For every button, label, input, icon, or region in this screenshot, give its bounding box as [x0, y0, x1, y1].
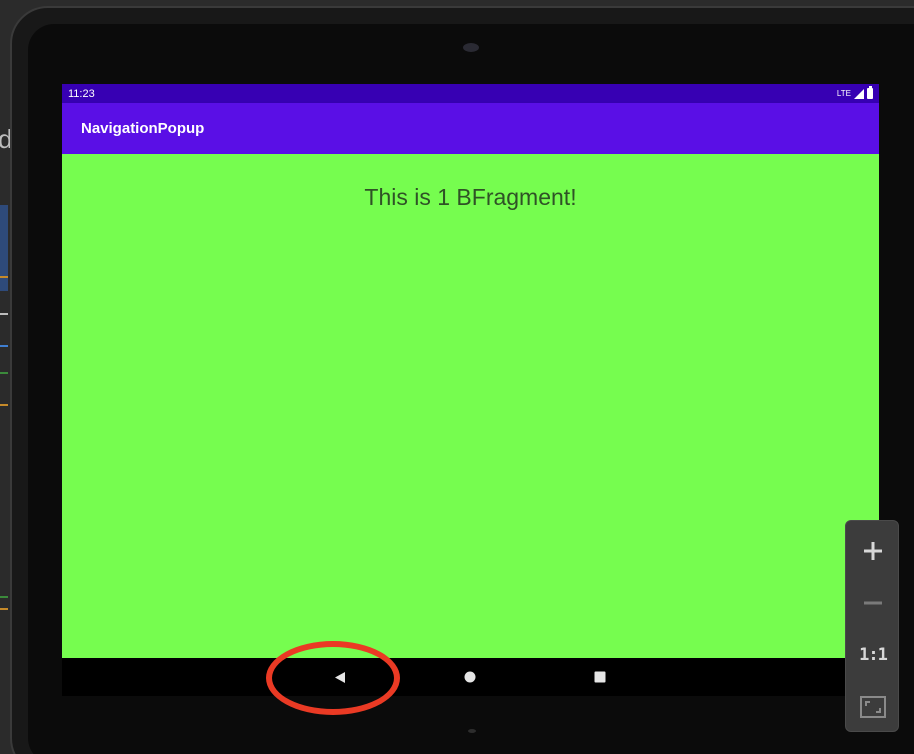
zoom-in-button[interactable] [846, 525, 900, 577]
app-toolbar: NavigationPopup [62, 103, 879, 154]
back-icon [335, 671, 345, 683]
ide-marker [0, 276, 8, 278]
device-microphone [468, 729, 476, 733]
status-bar: 11:23 LTE [62, 84, 879, 103]
recents-icon [594, 671, 606, 683]
actual-size-label: 1:1 [859, 645, 888, 665]
actual-size-button[interactable]: 1:1 [846, 629, 900, 681]
back-button[interactable] [316, 658, 364, 696]
zoom-out-button[interactable] [846, 577, 900, 629]
plus-icon [864, 542, 882, 560]
status-time: 11:23 [68, 87, 95, 100]
device-screen[interactable]: 11:23 LTE NavigationPopup This is 1 BFra… [62, 84, 879, 696]
ide-marker [0, 608, 8, 610]
ide-marker [0, 596, 8, 598]
emulator-zoom-controls: 1:1 [845, 520, 899, 732]
fragment-message: This is 1 BFragment! [364, 184, 577, 210]
fragment-content: This is 1 BFragment! [62, 154, 879, 658]
fit-screen-icon [860, 696, 886, 718]
battery-icon [867, 86, 873, 99]
system-navigation-bar [62, 658, 879, 696]
ide-marker [0, 313, 8, 315]
front-camera [463, 43, 479, 52]
ide-marker [0, 404, 8, 406]
zoom-fit-button[interactable] [846, 681, 900, 733]
home-icon [464, 671, 476, 683]
minus-icon [864, 601, 882, 605]
signal-icon [854, 88, 864, 99]
ide-marker [0, 345, 8, 347]
emulator-stage: d 11:23 LTE NavigationPopup This is 1 BF… [0, 0, 914, 754]
home-button[interactable] [446, 658, 494, 696]
ide-panel-fragment [0, 205, 8, 291]
recents-button[interactable] [576, 658, 624, 696]
network-type-label: LTE [836, 89, 851, 98]
ide-marker [0, 372, 8, 374]
status-indicators: LTE [836, 86, 873, 99]
app-title: NavigationPopup [81, 120, 205, 137]
